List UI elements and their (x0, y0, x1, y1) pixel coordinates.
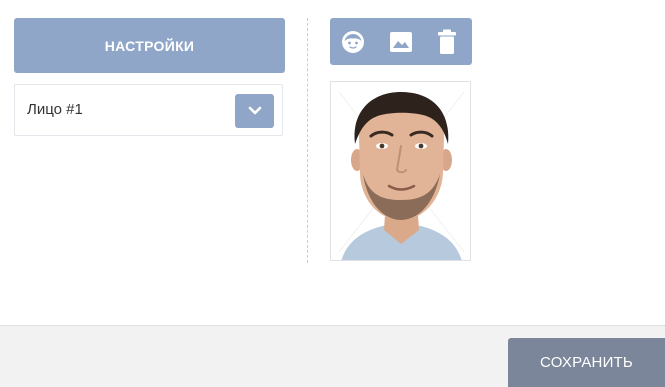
photo-toolbar (330, 18, 472, 65)
face-select-value: Лицо #1 (27, 101, 83, 118)
save-button[interactable]: СОХРАНИТЬ (508, 338, 665, 387)
face-icon[interactable] (339, 28, 367, 56)
face-photo (330, 81, 471, 261)
trash-icon[interactable] (433, 28, 461, 56)
chevron-down-icon[interactable] (235, 94, 274, 128)
image-icon[interactable] (387, 28, 415, 56)
settings-button[interactable]: НАСТРОЙКИ (14, 18, 285, 73)
face-select[interactable]: Лицо #1 (14, 84, 283, 136)
column-divider (307, 18, 308, 263)
editor-panel: НАСТРОЙКИ Лицо #1 (0, 0, 665, 326)
